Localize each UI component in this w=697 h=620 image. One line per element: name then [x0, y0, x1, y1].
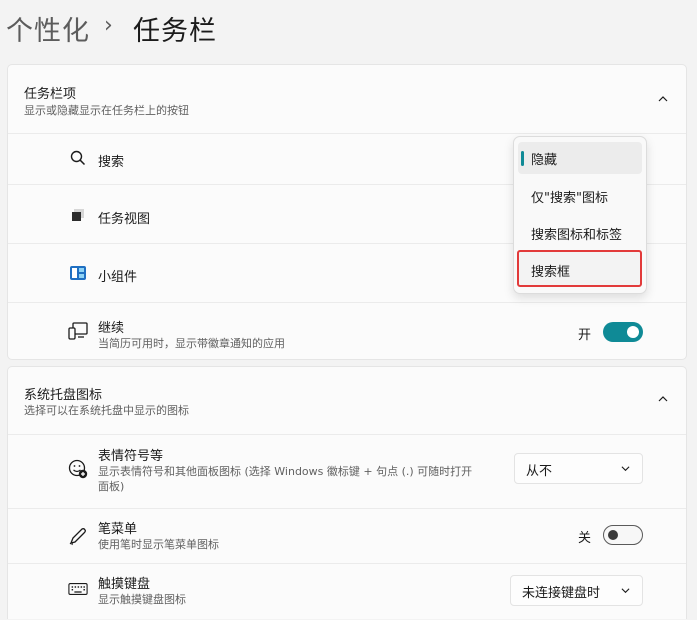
menu-item-label: 隐藏	[531, 153, 558, 168]
row-description: 显示触摸键盘图标	[98, 593, 186, 606]
menu-item-label: 搜索图标和标签	[531, 228, 623, 243]
search-icon	[68, 148, 88, 168]
continue-toggle[interactable]	[603, 322, 643, 342]
row-label: 搜索	[98, 155, 125, 170]
row-label: 继续	[98, 321, 125, 336]
pen-menu-toggle[interactable]	[603, 525, 643, 545]
chevron-down-icon	[621, 466, 630, 472]
touch-keyboard-dropdown[interactable]: 未连接键盘时	[510, 575, 643, 606]
menu-item-hide[interactable]: 隐藏	[518, 142, 642, 174]
toggle-knob	[627, 326, 639, 338]
page-title: 任务栏	[133, 16, 217, 47]
toggle-knob	[608, 530, 618, 540]
menu-item-search-icon-and-label[interactable]: 搜索图标和标签	[518, 217, 642, 249]
menu-item-label: 仅"搜索"图标	[531, 191, 608, 206]
row-emoji: 表情符号等 显示表情符号和其他面板图标 (选择 Windows 徽标键 + 句点…	[8, 434, 686, 508]
breadcrumb-separator: ›	[104, 13, 113, 38]
emoji-visibility-dropdown[interactable]: 从不	[514, 453, 643, 484]
section-subtitle: 选择可以在系统托盘中显示的图标	[24, 404, 189, 417]
search-mode-menu: 隐藏 仅"搜索"图标 搜索图标和标签 搜索框	[513, 136, 647, 294]
breadcrumb-parent[interactable]: 个性化	[6, 9, 90, 48]
row-label: 笔菜单	[98, 522, 138, 537]
emoji-icon	[68, 459, 88, 479]
menu-item-label: 搜索框	[531, 265, 571, 280]
row-description: 面板)	[98, 480, 125, 493]
menu-item-search-icon-only[interactable]: 仅"搜索"图标	[518, 180, 642, 212]
selected-indicator	[521, 151, 524, 166]
taskbar-items-header[interactable]: 任务栏项 显示或隐藏显示在任务栏上的按钮	[8, 65, 686, 133]
row-label: 触摸键盘	[98, 577, 151, 592]
chevron-up-icon[interactable]	[658, 394, 668, 404]
row-touch-keyboard: 触摸键盘 显示触摸键盘图标 未连接键盘时	[8, 563, 686, 620]
section-title: 系统托盘图标	[24, 388, 103, 403]
dropdown-value: 从不	[526, 464, 553, 479]
row-label: 任务视图	[98, 212, 151, 227]
widgets-icon	[68, 263, 88, 283]
menu-item-search-box[interactable]: 搜索框	[517, 250, 642, 287]
row-description: 显示表情符号和其他面板图标 (选择 Windows 徽标键 + 句点 (.) 可…	[98, 465, 473, 478]
row-pen: 笔菜单 使用笔时显示笔菜单图标 关	[8, 508, 686, 563]
row-continue: 继续 当简历可用时，显示带徽章通知的应用 开	[8, 302, 686, 360]
toggle-state-label: 开	[578, 328, 592, 343]
section-title: 任务栏项	[24, 87, 77, 102]
row-label: 表情符号等	[98, 449, 164, 464]
row-description: 使用笔时显示笔菜单图标	[98, 538, 219, 551]
system-tray-card: 系统托盘图标 选择可以在系统托盘中显示的图标 表情符号等 显示表情符号和其他面板…	[7, 366, 687, 619]
row-label: 小组件	[98, 270, 138, 285]
row-description: 当简历可用时，显示带徽章通知的应用	[98, 337, 285, 350]
dropdown-value: 未连接键盘时	[522, 586, 601, 601]
chevron-down-icon	[621, 588, 630, 594]
task-view-icon	[68, 205, 88, 225]
pen-icon	[68, 526, 88, 546]
keyboard-icon	[68, 579, 88, 599]
toggle-state-label: 关	[578, 531, 592, 546]
continue-devices-icon	[68, 321, 88, 341]
system-tray-header[interactable]: 系统托盘图标 选择可以在系统托盘中显示的图标	[8, 367, 686, 434]
section-subtitle: 显示或隐藏显示在任务栏上的按钮	[24, 104, 189, 117]
chevron-up-icon[interactable]	[658, 94, 668, 104]
